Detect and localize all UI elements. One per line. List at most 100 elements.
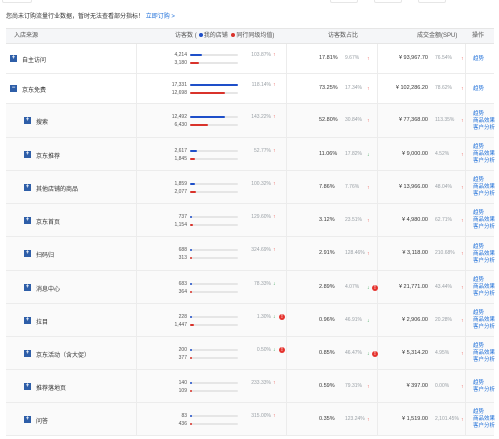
subscribe-link[interactable]: 立即订购 >	[146, 14, 175, 20]
visitors-change: 233.33%	[251, 379, 271, 386]
visitors-change: 315.00%	[251, 412, 271, 419]
customer-analysis-link[interactable]: 客户分析	[473, 324, 495, 331]
share-change: 4.07%	[345, 283, 360, 290]
amount-value: ¥ 77,368.00	[398, 117, 428, 123]
trend-link[interactable]: 趋势	[473, 277, 484, 284]
source-cell: + 消息中心	[6, 271, 136, 303]
share-cell: 7.86% 7.76% ↑	[287, 171, 378, 203]
trend-link[interactable]: 趋势	[473, 177, 484, 184]
arrow-up-icon: ↑	[273, 114, 276, 120]
trend-link[interactable]: 趋势	[473, 310, 484, 317]
product-effect-link[interactable]: 商品效果	[473, 217, 495, 224]
product-effect-link[interactable]: 商品效果	[473, 184, 495, 191]
product-effect-link[interactable]: 商品效果	[473, 151, 495, 158]
trend-link[interactable]: 趋势	[473, 244, 484, 251]
amount-value: ¥ 5,314.20	[402, 349, 428, 356]
customer-analysis-link[interactable]: 客户分析	[473, 125, 495, 132]
arrow-up-icon: ↑	[367, 184, 370, 191]
mine-visitors-bar-track	[190, 149, 238, 152]
expand-toggle-icon[interactable]: +	[24, 183, 31, 191]
operations-cell: 趋势 商品效果 客户分析	[466, 138, 495, 170]
arrow-down-icon: ↓	[367, 317, 370, 324]
share-change: 30.84%	[345, 117, 362, 123]
header-share: 访客数占比	[328, 33, 359, 39]
mine-visitors-bar	[190, 414, 192, 417]
arrow-up-icon: ↑	[367, 217, 370, 224]
toolbar-control[interactable]	[374, 0, 402, 3]
source-name: 京东活动（含大促）	[36, 352, 91, 359]
trend-link[interactable]: 趋势	[473, 86, 484, 93]
customer-analysis-link[interactable]: 客户分析	[473, 387, 495, 394]
customer-analysis-link[interactable]: 客户分析	[473, 158, 495, 165]
product-effect-link[interactable]: 商品效果	[473, 251, 495, 258]
peer-visitors-bar-track	[190, 124, 238, 126]
customer-analysis-link[interactable]: 客户分析	[473, 191, 495, 198]
peer-visitors-value: 1,154	[174, 221, 187, 228]
trend-link[interactable]: 趋势	[473, 343, 484, 350]
share-cell: 0.85% 46.47% ↓!	[287, 337, 378, 369]
peer-visitors-bar	[190, 257, 192, 259]
collapse-toggle-icon[interactable]: −	[10, 85, 17, 92]
visitors-change: 103.87%	[251, 52, 271, 58]
share-cell: 0.96% 46.91% ↓	[287, 304, 378, 336]
expand-toggle-icon[interactable]: +	[24, 117, 31, 124]
expand-toggle-icon[interactable]: +	[24, 150, 31, 158]
share-change: 17.34%	[345, 85, 362, 91]
peer-visitors-bar	[190, 290, 192, 293]
table-row: + 消息中心 683 364 78.33% ↓ 2.89% 4.07% ↓! ¥ 21,771.0…	[6, 271, 495, 304]
table-row: + 自主访问 4,214 3,180 103.87% ↑ 17.81% 9.67% ↑ ¥ 93,…	[6, 44, 494, 74]
product-effect-link[interactable]: 商品效果	[473, 284, 495, 291]
peer-visitors-bar-track	[190, 290, 238, 293]
source-cell: + 搜索	[6, 104, 136, 137]
expand-toggle-icon[interactable]: +	[24, 382, 31, 390]
table-row: + 搜索 12,492 6,430 143.22% ↑ 52.80% 30.84% ↑ ¥ 77,…	[6, 104, 495, 138]
mine-visitors-value: 683	[178, 280, 187, 287]
toolbar-control[interactable]	[2, 0, 32, 3]
amount-value: ¥ 102,286.20	[395, 85, 428, 91]
product-effect-link[interactable]: 商品效果	[473, 416, 495, 423]
expand-toggle-icon[interactable]: +	[24, 316, 31, 324]
source-name: 扫码归	[36, 253, 55, 259]
warning-icon[interactable]: !	[279, 313, 285, 320]
customer-analysis-link[interactable]: 客户分析	[473, 423, 495, 430]
peer-visitors-value: 364	[178, 288, 187, 295]
visitors-change: 324.69%	[251, 247, 271, 253]
legend-mine-label: 我的店铺	[203, 33, 228, 39]
amount-value: ¥ 21,771.00	[398, 283, 428, 290]
amount-change: 113.35%	[435, 117, 455, 123]
product-effect-link[interactable]: 商品效果	[473, 350, 495, 357]
expand-toggle-icon[interactable]: +	[24, 415, 31, 423]
product-effect-link[interactable]: 商品效果	[473, 118, 495, 125]
expand-toggle-icon[interactable]: +	[24, 216, 31, 224]
expand-toggle-icon[interactable]: +	[10, 55, 17, 62]
source-name: 其他店铺的商品	[36, 186, 79, 193]
mine-visitors-bar-track	[190, 381, 238, 384]
expand-toggle-icon[interactable]: +	[24, 250, 31, 257]
peer-visitors-row: 436	[137, 420, 288, 428]
customer-analysis-link[interactable]: 客户分析	[473, 357, 495, 364]
arrow-up-icon: ↑	[367, 56, 370, 62]
amount-change: 62.71%	[435, 216, 452, 223]
customer-analysis-link[interactable]: 客户分析	[473, 291, 495, 298]
expand-toggle-icon[interactable]: +	[24, 349, 31, 357]
share-change: 9.67%	[345, 55, 360, 61]
share-change: 46.47%	[345, 349, 362, 356]
trend-link[interactable]: 趋势	[473, 380, 484, 387]
mine-visitors-bar	[190, 182, 195, 185]
arrow-up-icon: ↑	[367, 118, 370, 124]
customer-analysis-link[interactable]: 客户分析	[473, 224, 495, 231]
peer-visitors-value: 313	[178, 255, 187, 261]
trend-link[interactable]: 趋势	[473, 210, 484, 217]
trend-link[interactable]: 趋势	[473, 144, 484, 151]
product-effect-link[interactable]: 商品效果	[473, 317, 495, 324]
trend-link[interactable]: 趋势	[473, 409, 484, 416]
toolbar-control[interactable]	[418, 0, 446, 3]
trend-link[interactable]: 趋势	[473, 56, 484, 63]
share-change: 128.46%	[345, 250, 365, 256]
expand-toggle-icon[interactable]: +	[24, 283, 31, 291]
toolbar-control[interactable]	[330, 0, 358, 3]
customer-analysis-link[interactable]: 客户分析	[473, 258, 495, 265]
mine-visitors-value: 4,214	[174, 52, 187, 58]
warning-icon[interactable]: !	[279, 346, 285, 353]
trend-link[interactable]: 趋势	[473, 111, 484, 118]
